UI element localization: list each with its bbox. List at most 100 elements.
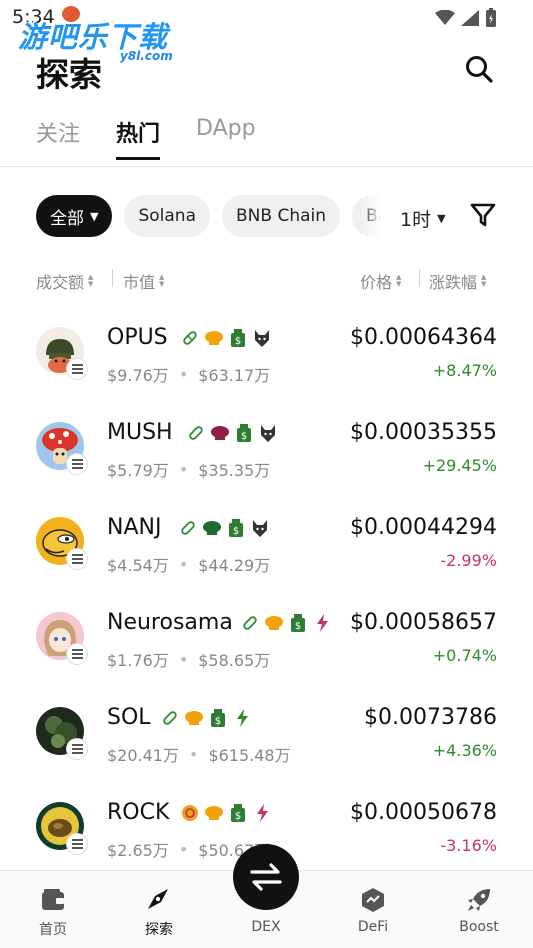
token-row[interactable]: Neurosama $ $1.76万 • $58.65万 $0.00058657… <box>0 590 533 685</box>
tab-follow[interactable]: 关注 <box>36 116 80 160</box>
svg-text:$: $ <box>295 621 301 632</box>
separator-dot: • <box>178 459 189 479</box>
swap-icon <box>250 863 282 891</box>
nav-home[interactable]: 首页 <box>13 887 93 939</box>
dex-swap-button[interactable] <box>233 844 299 910</box>
pill-icon <box>178 518 198 538</box>
token-stats: $1.76万 • $58.65万 <box>107 647 270 671</box>
money-bag-icon: $ <box>226 518 246 538</box>
token-price: $0.00058657 <box>350 610 497 635</box>
pill-icon <box>180 328 200 348</box>
chip-bnb-chain[interactable]: BNB Chain <box>222 195 341 237</box>
nav-explore[interactable]: 探索 <box>119 887 199 939</box>
pill-icon <box>186 423 206 443</box>
sort-icon: ▲ ▼ <box>396 273 402 288</box>
token-volume: $20.41万 <box>107 746 179 765</box>
filter-icon[interactable] <box>470 202 496 228</box>
coin-icon <box>180 803 200 823</box>
lightning-icon <box>252 803 272 823</box>
sort-icon: ▲ ▼ <box>481 273 487 288</box>
nav-label: Boost <box>459 919 499 935</box>
token-market-cap: $58.65万 <box>198 651 271 670</box>
token-volume: $9.76万 <box>107 366 169 385</box>
token-market-cap: $35.35万 <box>198 461 271 480</box>
token-row[interactable]: MUSH $ $5.79万 • $35.35万 $0.00035355 +29.… <box>0 400 533 495</box>
watermark-url: y8l.com <box>120 49 173 63</box>
sort-market-cap[interactable]: 市值 ▲ ▼ <box>123 269 164 293</box>
token-price: $0.00044294 <box>350 515 497 540</box>
token-volume: $4.54万 <box>107 556 169 575</box>
token-market-cap: $63.17万 <box>198 366 271 385</box>
nav-boost[interactable]: Boost <box>439 887 519 935</box>
chip-label: BNB Chain <box>236 206 327 226</box>
page-title: 探索 <box>36 55 102 94</box>
token-row[interactable]: OPUS $ $9.76万 • $63.17万 $0.00064364 +8.4… <box>0 305 533 400</box>
pill-icon <box>240 613 260 633</box>
chef-hat-icon <box>264 613 284 633</box>
column-divider <box>112 269 113 287</box>
token-name: OPUS <box>107 325 168 350</box>
chef-hat-icon <box>204 328 224 348</box>
token-change: +8.47% <box>432 361 497 380</box>
nav-label: DeFi <box>357 919 389 935</box>
battery-icon <box>486 8 496 27</box>
separator-dot: • <box>178 364 189 384</box>
nav-defi[interactable]: DeFi <box>333 887 413 935</box>
chip-solana[interactable]: Solana <box>124 195 210 237</box>
column-label: 涨跌幅 <box>429 273 478 292</box>
token-change: +0.74% <box>432 646 497 665</box>
chip-all[interactable]: 全部 ▼ <box>36 195 113 237</box>
nav-label: 首页 <box>39 922 67 938</box>
search-icon[interactable] <box>464 54 494 84</box>
token-tags: $ <box>240 613 332 633</box>
sort-icon: ▲ ▼ <box>88 273 94 288</box>
lightning-icon <box>232 708 252 728</box>
money-bag-icon: $ <box>228 803 248 823</box>
wolf-icon <box>258 423 278 443</box>
signal-icon <box>461 10 479 26</box>
money-bag-icon: $ <box>288 613 308 633</box>
sort-change[interactable]: 涨跌幅 ▲ ▼ <box>429 269 486 293</box>
tab-dapp[interactable]: DApp <box>196 116 256 160</box>
token-name: MUSH <box>107 420 173 445</box>
nav-dex-label[interactable]: DEX <box>233 919 299 935</box>
money-bag-icon: $ <box>228 328 248 348</box>
wolf-icon <box>250 518 270 538</box>
token-row[interactable]: SOL $ $20.41万 • $615.48万 $0.0073786 +4.3… <box>0 685 533 780</box>
svg-text:$: $ <box>215 716 221 727</box>
nav-label: 探索 <box>145 922 173 938</box>
token-volume: $1.76万 <box>107 651 169 670</box>
column-divider <box>419 269 420 287</box>
tab-hot[interactable]: 热门 <box>116 116 161 160</box>
solana-chain-icon <box>66 358 88 380</box>
rocket-icon <box>468 889 490 911</box>
solana-chain-icon <box>66 738 88 760</box>
token-price: $0.00050678 <box>350 800 497 825</box>
sort-price[interactable]: 价格 ▲ ▼ <box>360 269 401 293</box>
column-headers: 成交额 ▲ ▼ 市值 ▲ ▼ 价格 ▲ ▼ 涨跌幅 ▲ ▼ <box>36 269 498 293</box>
token-stats: $4.54万 • $44.29万 <box>107 552 270 576</box>
chef-hat-icon <box>202 518 222 538</box>
wolf-icon <box>252 328 272 348</box>
solana-chain-icon <box>66 833 88 855</box>
token-name: NANJ <box>107 515 162 540</box>
time-filter-dropdown[interactable]: 1时 ▼ <box>400 205 446 232</box>
caret-down-icon: ▼ <box>90 209 99 223</box>
token-row[interactable]: NANJ $ $4.54万 • $44.29万 $0.00044294 -2.9… <box>0 495 533 590</box>
token-change: +4.36% <box>432 741 497 760</box>
time-filter-label: 1时 <box>400 209 432 231</box>
wallet-icon <box>42 889 64 910</box>
svg-text:$: $ <box>235 336 241 347</box>
sort-icon: ▲ ▼ <box>159 273 165 288</box>
tabs-divider <box>0 166 533 167</box>
explore-tabs: 关注 热门 DApp <box>36 116 292 160</box>
status-icons <box>435 8 497 28</box>
separator-dot: • <box>189 744 199 764</box>
token-price: $0.0073786 <box>364 705 497 730</box>
chip-label: 全部 <box>50 208 84 229</box>
defi-icon <box>362 888 384 912</box>
token-price: $0.00064364 <box>350 325 497 350</box>
compass-icon <box>148 889 168 909</box>
sort-volume[interactable]: 成交额 ▲ ▼ <box>36 269 93 293</box>
token-stats: $5.79万 • $35.35万 <box>107 457 270 481</box>
